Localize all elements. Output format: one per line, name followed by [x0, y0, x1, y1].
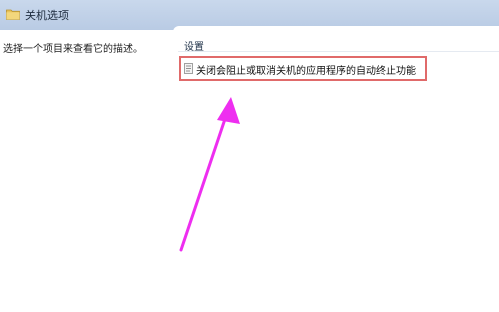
setting-item-auto-terminate[interactable]: 关闭会阻止或取消关机的应用程序的自动终止功能 — [179, 56, 427, 81]
window-title: 关机选项 — [25, 9, 69, 22]
column-divider — [178, 51, 499, 52]
folder-icon — [6, 9, 20, 20]
description-text: 选择一个项目来查看它的描述。 — [3, 44, 143, 55]
policy-setting-icon — [184, 63, 193, 74]
setting-item-label: 关闭会阻止或取消关机的应用程序的自动终止功能 — [196, 66, 416, 77]
